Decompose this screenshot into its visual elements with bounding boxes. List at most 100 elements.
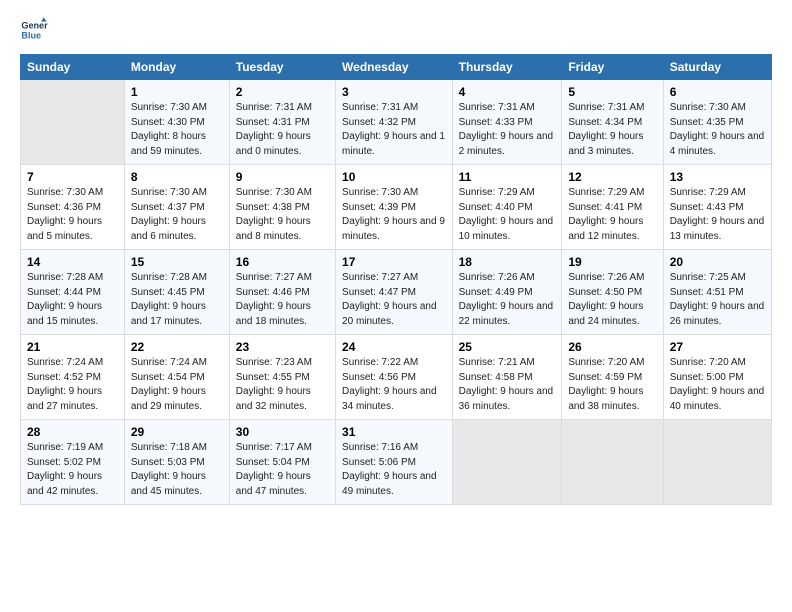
calendar-week-row: 28 Sunrise: 7:19 AMSunset: 5:02 PMDayligh… bbox=[21, 420, 772, 505]
svg-text:General: General bbox=[21, 21, 48, 31]
day-number: 10 bbox=[342, 170, 446, 184]
cell-info: Sunrise: 7:27 AMSunset: 4:47 PMDaylight:… bbox=[342, 271, 446, 329]
calendar-cell: 22 Sunrise: 7:24 AMSunset: 4:54 PMDayligh… bbox=[124, 335, 229, 420]
calendar-cell: 20 Sunrise: 7:25 AMSunset: 4:51 PMDayligh… bbox=[663, 250, 771, 335]
calendar-week-row: 21 Sunrise: 7:24 AMSunset: 4:52 PMDayligh… bbox=[21, 335, 772, 420]
day-number: 13 bbox=[670, 170, 765, 184]
day-number: 30 bbox=[236, 425, 329, 439]
col-header-thursday: Thursday bbox=[452, 55, 562, 80]
calendar-cell: 9 Sunrise: 7:30 AMSunset: 4:38 PMDaylight… bbox=[229, 165, 335, 250]
col-header-monday: Monday bbox=[124, 55, 229, 80]
calendar-cell: 7Sunrise: 7:30 AMSunset: 4:36 PMDaylight… bbox=[21, 165, 125, 250]
cell-info: Sunrise: 7:17 AMSunset: 5:04 PMDaylight:… bbox=[236, 441, 329, 499]
cell-info: Sunrise: 7:31 AMSunset: 4:32 PMDaylight:… bbox=[342, 101, 446, 159]
cell-info: Sunrise: 7:21 AMSunset: 4:58 PMDaylight:… bbox=[459, 356, 556, 414]
cell-info: Sunrise: 7:31 AMSunset: 4:31 PMDaylight:… bbox=[236, 101, 329, 159]
calendar-cell bbox=[21, 80, 125, 165]
calendar-cell: 28 Sunrise: 7:19 AMSunset: 5:02 PMDayligh… bbox=[21, 420, 125, 505]
calendar-cell: 21 Sunrise: 7:24 AMSunset: 4:52 PMDayligh… bbox=[21, 335, 125, 420]
cell-info: Sunrise: 7:30 AMSunset: 4:30 PMDaylight:… bbox=[131, 101, 223, 159]
calendar-cell: 4 Sunrise: 7:31 AMSunset: 4:33 PMDaylight… bbox=[452, 80, 562, 165]
cell-info: Sunrise: 7:18 AMSunset: 5:03 PMDaylight:… bbox=[131, 441, 223, 499]
cell-info: Sunrise: 7:30 AMSunset: 4:38 PMDaylight:… bbox=[236, 186, 329, 244]
calendar-cell: 25 Sunrise: 7:21 AMSunset: 4:58 PMDayligh… bbox=[452, 335, 562, 420]
calendar-week-row: 1 Sunrise: 7:30 AMSunset: 4:30 PMDaylight… bbox=[21, 80, 772, 165]
calendar-cell: 2 Sunrise: 7:31 AMSunset: 4:31 PMDaylight… bbox=[229, 80, 335, 165]
header: General Blue bbox=[20, 16, 772, 44]
calendar-cell: 17 Sunrise: 7:27 AMSunset: 4:47 PMDayligh… bbox=[336, 250, 453, 335]
calendar-cell: 1 Sunrise: 7:30 AMSunset: 4:30 PMDaylight… bbox=[124, 80, 229, 165]
calendar-cell: 29 Sunrise: 7:18 AMSunset: 5:03 PMDayligh… bbox=[124, 420, 229, 505]
cell-info: Sunrise: 7:19 AMSunset: 5:02 PMDaylight:… bbox=[27, 441, 118, 499]
calendar-cell: 27 Sunrise: 7:20 AMSunset: 5:00 PMDayligh… bbox=[663, 335, 771, 420]
cell-info: Sunrise: 7:20 AMSunset: 4:59 PMDaylight:… bbox=[568, 356, 656, 414]
calendar-cell: 14 Sunrise: 7:28 AMSunset: 4:44 PMDayligh… bbox=[21, 250, 125, 335]
cell-info: Sunrise: 7:30 AMSunset: 4:37 PMDaylight:… bbox=[131, 186, 223, 244]
calendar-cell: 26 Sunrise: 7:20 AMSunset: 4:59 PMDayligh… bbox=[562, 335, 663, 420]
day-number: 29 bbox=[131, 425, 223, 439]
cell-info: Sunrise: 7:24 AMSunset: 4:54 PMDaylight:… bbox=[131, 356, 223, 414]
cell-info: Sunrise: 7:28 AMSunset: 4:44 PMDaylight:… bbox=[27, 271, 118, 329]
calendar-cell bbox=[562, 420, 663, 505]
day-number: 19 bbox=[568, 255, 656, 269]
day-number: 5 bbox=[568, 85, 656, 99]
day-number: 4 bbox=[459, 85, 556, 99]
day-number: 12 bbox=[568, 170, 656, 184]
day-number: 1 bbox=[131, 85, 223, 99]
day-number: 14 bbox=[27, 255, 118, 269]
svg-text:Blue: Blue bbox=[21, 30, 41, 40]
calendar-cell bbox=[663, 420, 771, 505]
day-number: 3 bbox=[342, 85, 446, 99]
day-number: 23 bbox=[236, 340, 329, 354]
calendar-cell: 15 Sunrise: 7:28 AMSunset: 4:45 PMDayligh… bbox=[124, 250, 229, 335]
day-number: 8 bbox=[131, 170, 223, 184]
day-number: 15 bbox=[131, 255, 223, 269]
calendar-cell: 3 Sunrise: 7:31 AMSunset: 4:32 PMDaylight… bbox=[336, 80, 453, 165]
calendar-table: SundayMondayTuesdayWednesdayThursdayFrid… bbox=[20, 54, 772, 505]
calendar-cell: 5Sunrise: 7:31 AMSunset: 4:34 PMDaylight… bbox=[562, 80, 663, 165]
col-header-wednesday: Wednesday bbox=[336, 55, 453, 80]
calendar-week-row: 14 Sunrise: 7:28 AMSunset: 4:44 PMDayligh… bbox=[21, 250, 772, 335]
cell-info: Sunrise: 7:30 AMSunset: 4:36 PMDaylight:… bbox=[27, 186, 118, 244]
day-number: 18 bbox=[459, 255, 556, 269]
calendar-cell: 30 Sunrise: 7:17 AMSunset: 5:04 PMDayligh… bbox=[229, 420, 335, 505]
cell-info: Sunrise: 7:31 AMSunset: 4:33 PMDaylight:… bbox=[459, 101, 556, 159]
day-number: 11 bbox=[459, 170, 556, 184]
day-number: 26 bbox=[568, 340, 656, 354]
calendar-cell: 19Sunrise: 7:26 AMSunset: 4:50 PMDayligh… bbox=[562, 250, 663, 335]
cell-info: Sunrise: 7:28 AMSunset: 4:45 PMDaylight:… bbox=[131, 271, 223, 329]
col-header-friday: Friday bbox=[562, 55, 663, 80]
day-number: 25 bbox=[459, 340, 556, 354]
cell-info: Sunrise: 7:26 AMSunset: 4:49 PMDaylight:… bbox=[459, 271, 556, 329]
day-number: 20 bbox=[670, 255, 765, 269]
calendar-cell: 16Sunrise: 7:27 AMSunset: 4:46 PMDayligh… bbox=[229, 250, 335, 335]
calendar-cell: 31Sunrise: 7:16 AMSunset: 5:06 PMDayligh… bbox=[336, 420, 453, 505]
calendar-cell: 18 Sunrise: 7:26 AMSunset: 4:49 PMDayligh… bbox=[452, 250, 562, 335]
day-number: 28 bbox=[27, 425, 118, 439]
day-number: 27 bbox=[670, 340, 765, 354]
calendar-cell: 11 Sunrise: 7:29 AMSunset: 4:40 PMDayligh… bbox=[452, 165, 562, 250]
calendar-cell: 24 Sunrise: 7:22 AMSunset: 4:56 PMDayligh… bbox=[336, 335, 453, 420]
cell-info: Sunrise: 7:20 AMSunset: 5:00 PMDaylight:… bbox=[670, 356, 765, 414]
calendar-cell: 23Sunrise: 7:23 AMSunset: 4:55 PMDayligh… bbox=[229, 335, 335, 420]
day-number: 24 bbox=[342, 340, 446, 354]
cell-info: Sunrise: 7:25 AMSunset: 4:51 PMDaylight:… bbox=[670, 271, 765, 329]
cell-info: Sunrise: 7:29 AMSunset: 4:43 PMDaylight:… bbox=[670, 186, 765, 244]
calendar-cell: 6 Sunrise: 7:30 AMSunset: 4:35 PMDaylight… bbox=[663, 80, 771, 165]
day-number: 31 bbox=[342, 425, 446, 439]
day-number: 2 bbox=[236, 85, 329, 99]
cell-info: Sunrise: 7:30 AMSunset: 4:35 PMDaylight:… bbox=[670, 101, 765, 159]
col-header-saturday: Saturday bbox=[663, 55, 771, 80]
calendar-cell bbox=[452, 420, 562, 505]
day-number: 9 bbox=[236, 170, 329, 184]
cell-info: Sunrise: 7:24 AMSunset: 4:52 PMDaylight:… bbox=[27, 356, 118, 414]
day-number: 21 bbox=[27, 340, 118, 354]
day-number: 17 bbox=[342, 255, 446, 269]
calendar-cell: 8 Sunrise: 7:30 AMSunset: 4:37 PMDaylight… bbox=[124, 165, 229, 250]
day-number: 16 bbox=[236, 255, 329, 269]
day-number: 22 bbox=[131, 340, 223, 354]
cell-info: Sunrise: 7:22 AMSunset: 4:56 PMDaylight:… bbox=[342, 356, 446, 414]
day-number: 6 bbox=[670, 85, 765, 99]
calendar-cell: 10Sunrise: 7:30 AMSunset: 4:39 PMDayligh… bbox=[336, 165, 453, 250]
cell-info: Sunrise: 7:29 AMSunset: 4:40 PMDaylight:… bbox=[459, 186, 556, 244]
